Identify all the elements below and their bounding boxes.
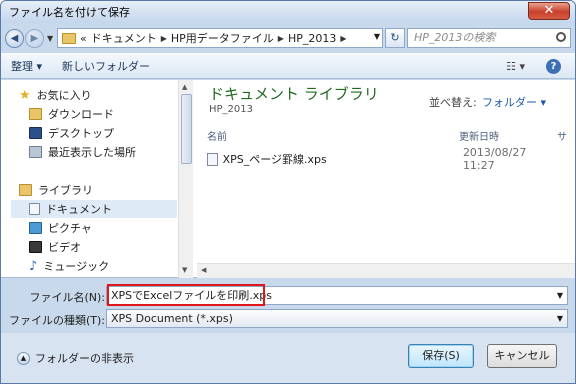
address-row: ◀ ▶ ▼ « ドキュメント ▶ HP用データファイル ▶ HP_2013 ▶ … — [1, 25, 575, 51]
command-bar: 整理 ▾ 新しいフォルダー ☷ ▾ ? — [1, 53, 575, 79]
nav-music-label: ミュージック — [43, 260, 110, 273]
nav-pictures-label: ピクチャ — [48, 222, 92, 235]
recent-places-icon — [29, 146, 42, 158]
new-folder-button[interactable]: 新しいフォルダー — [52, 58, 160, 74]
nav-videos[interactable]: ビデオ — [29, 238, 81, 256]
library-title: ドキュメント ライブラリ — [209, 85, 379, 103]
scroll-up-icon[interactable]: ▲ — [182, 83, 187, 91]
file-list-pane: ドキュメント ライブラリ HP_2013 並べ替え: フォルダー ▾ 名前 更新… — [197, 80, 575, 278]
nav-recent-label: 最近表示した場所 — [48, 146, 136, 159]
breadcrumb-hp2013[interactable]: HP_2013 — [288, 32, 336, 45]
file-name: XPS_ページ罫線.xps — [222, 153, 327, 166]
nav-favorites[interactable]: ★ お気に入り — [19, 86, 92, 104]
column-type[interactable]: サ — [557, 128, 567, 143]
breadcrumb-documents[interactable]: ドキュメント — [91, 30, 157, 46]
nav-scroll-thumb[interactable] — [181, 94, 192, 164]
folder-icon — [62, 32, 76, 44]
history-dropdown-icon[interactable]: ▼ — [47, 34, 53, 43]
search-icon — [556, 32, 566, 42]
search-input[interactable]: HP_2013の検索 — [407, 28, 571, 48]
chevron-right-icon[interactable]: ▶ — [340, 34, 346, 43]
nav-downloads[interactable]: ダウンロード — [29, 105, 114, 123]
search-placeholder: HP_2013の検索 — [414, 31, 496, 44]
nav-libraries-label: ライブラリ — [38, 184, 93, 197]
list-item[interactable]: XPS_ページ罫線.xps 2013/08/27 11:27 — [207, 146, 557, 172]
column-name[interactable]: 名前 — [207, 128, 227, 143]
xps-file-icon — [207, 152, 218, 166]
save-button[interactable]: 保存(S) — [408, 344, 474, 368]
scroll-left-icon[interactable]: ◀ — [201, 266, 206, 274]
nav-desktop[interactable]: デスクトップ — [29, 124, 114, 142]
sort-dropdown[interactable]: フォルダー ▾ — [482, 94, 546, 110]
chevron-down-icon[interactable]: ▼ — [557, 310, 563, 327]
sort-label: 並べ替え: — [429, 96, 477, 109]
save-as-dialog: ファイル名を付けて保存 ✕ ◀ ▶ ▼ « ドキュメント ▶ HP用データファイ… — [0, 0, 576, 384]
file-date: 2013/08/27 11:27 — [462, 146, 527, 172]
filetype-value: XPS Document (*.xps) — [111, 312, 233, 325]
filetype-select[interactable]: XPS Document (*.xps) ▼ — [106, 309, 568, 328]
back-button[interactable]: ◀ — [5, 28, 24, 48]
nav-favorites-label: お気に入り — [36, 89, 92, 102]
hide-folders-label: フォルダーの非表示 — [35, 352, 134, 365]
star-icon: ★ — [19, 87, 31, 103]
close-button[interactable]: ✕ — [528, 2, 570, 20]
chevron-right-icon[interactable]: ▶ — [278, 34, 284, 43]
address-overflow[interactable]: « — [80, 32, 87, 45]
desktop-icon — [29, 127, 42, 139]
title-bar: ファイル名を付けて保存 ✕ — [1, 1, 575, 23]
column-date[interactable]: 更新日時 — [459, 128, 499, 143]
window-title: ファイル名を付けて保存 — [9, 6, 130, 19]
chevron-right-icon[interactable]: ▶ — [161, 34, 167, 43]
libraries-icon — [19, 184, 32, 196]
music-icon: ♪ — [29, 258, 38, 274]
organize-button[interactable]: 整理 ▾ — [1, 58, 52, 74]
nav-downloads-label: ダウンロード — [48, 108, 114, 121]
filetype-label: ファイルの種類(T): — [9, 314, 106, 327]
address-bar[interactable]: « ドキュメント ▶ HP用データファイル ▶ HP_2013 ▶ ▼ — [57, 28, 383, 48]
nav-pictures[interactable]: ピクチャ — [29, 219, 92, 237]
chevron-down-icon[interactable]: ▼ — [557, 287, 563, 304]
filename-label: ファイル名(N): — [29, 291, 105, 304]
file-list-hscrollbar[interactable]: ◀ — [197, 263, 575, 278]
videos-icon — [29, 241, 42, 253]
filename-highlight — [107, 284, 265, 306]
nav-desktop-label: デスクトップ — [48, 127, 114, 140]
address-dropdown-icon[interactable]: ▼ — [374, 32, 380, 41]
nav-videos-label: ビデオ — [48, 241, 81, 254]
documents-icon — [29, 203, 40, 215]
downloads-icon — [29, 108, 42, 120]
pictures-icon — [29, 222, 42, 234]
content-area: ★ お気に入り ダウンロード デスクトップ 最近表示した場所 ライブラリ ドキュ… — [1, 80, 575, 278]
dialog-footer: ▲ フォルダーの非表示 保存(S) キャンセル — [1, 333, 575, 383]
nav-recent[interactable]: 最近表示した場所 — [29, 143, 136, 161]
breadcrumb-hp-data[interactable]: HP用データファイル — [171, 30, 274, 46]
forward-button[interactable]: ▶ — [25, 28, 44, 48]
library-subtitle: HP_2013 — [209, 104, 253, 115]
nav-documents-label: ドキュメント — [46, 203, 112, 216]
cancel-button[interactable]: キャンセル — [487, 344, 557, 368]
help-icon[interactable]: ? — [546, 59, 561, 74]
nav-libraries[interactable]: ライブラリ — [19, 181, 93, 199]
navigation-pane: ★ お気に入り ダウンロード デスクトップ 最近表示した場所 ライブラリ ドキュ… — [1, 80, 193, 278]
nav-music[interactable]: ♪ ミュージック — [29, 257, 109, 275]
scroll-down-icon[interactable]: ▼ — [182, 266, 187, 274]
nav-scrollbar[interactable]: ▲ ▼ — [178, 80, 193, 278]
nav-documents[interactable]: ドキュメント — [11, 200, 177, 218]
chevron-up-icon: ▲ — [17, 351, 30, 365]
hide-folders-toggle[interactable]: ▲ フォルダーの非表示 — [17, 350, 134, 366]
view-options-icon[interactable]: ☷ ▾ — [506, 60, 525, 73]
refresh-button[interactable]: ↻ — [385, 28, 405, 48]
